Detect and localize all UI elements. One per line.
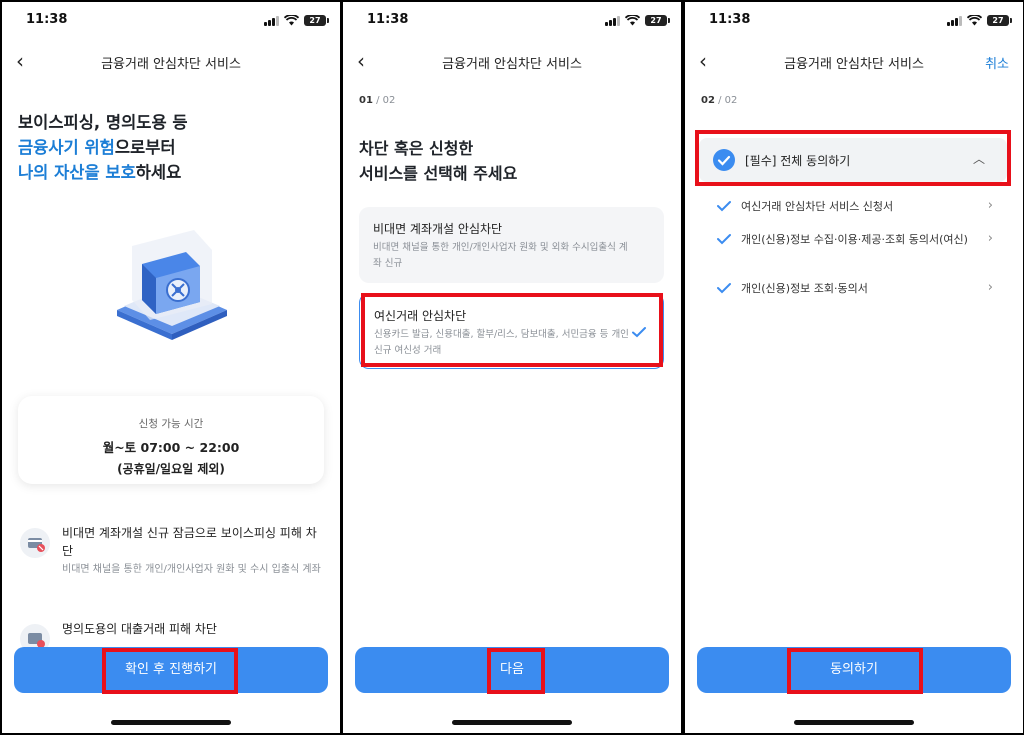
step-indicator: 02 / 02: [701, 95, 738, 106]
chevron-right-icon[interactable]: ›: [988, 198, 993, 213]
feature-desc: 비대면 채널을 통한 개인/개인사업자 원화 및 수시 입출식 계좌: [62, 564, 321, 575]
question-heading: 차단 혹은 신청한 서비스를 선택해 주세요: [359, 136, 517, 186]
safe-vault-illustration: [117, 230, 227, 340]
screenshot-stage: 11:38 27 ‹ 금융거래 안심차단 서비스 보이스피싱, 명의도용 등 금…: [0, 0, 1024, 735]
card-block-icon: [20, 528, 50, 558]
chevron-right-icon[interactable]: ›: [988, 280, 993, 295]
status-icons: 27: [947, 15, 1012, 26]
home-indicator: [794, 720, 914, 725]
battery-icon: 27: [304, 15, 329, 26]
status-time: 11:38: [367, 12, 409, 27]
battery-icon: 27: [987, 15, 1012, 26]
step-indicator: 01 / 02: [359, 95, 396, 106]
status-bar: 11:38 27: [685, 12, 1023, 34]
status-time: 11:38: [26, 12, 68, 27]
hero-line-1: 보이스피싱, 명의도용 등: [18, 113, 188, 132]
nav-bar: ‹ 금융거래 안심차단 서비스: [343, 48, 681, 76]
status-icons: 27: [264, 15, 329, 26]
application-hours-card: 신청 가능 시간 월~토 07:00 ~ 22:00 (공휴일/일요일 제외): [18, 396, 324, 484]
page-title: 금융거래 안심차단 서비스: [784, 57, 924, 72]
highlight-box: [487, 648, 545, 694]
status-bar: 11:38 27: [343, 12, 681, 34]
terms-item[interactable]: 개인(신용)정보 조회·동의서 ›: [717, 280, 997, 300]
question-line-1: 차단 혹은 신청한: [359, 139, 474, 158]
nav-bar: ‹ 금융거래 안심차단 서비스: [2, 48, 340, 76]
option-nonface-account-block[interactable]: 비대면 계좌개설 안심차단 비대면 채널을 통한 개인/개인사업자 원화 및 외…: [359, 207, 664, 283]
highlight-box: [361, 293, 663, 367]
terms-item[interactable]: 개인(신용)정보 수집·이용·제공·조회 동의서(여신) ›: [717, 231, 997, 267]
status-bar: 11:38 27: [2, 12, 340, 34]
signal-icon: [947, 15, 962, 26]
wifi-icon: [284, 15, 299, 26]
feature-item: 비대면 계좌개설 신규 잠금으로 보이스피싱 피해 차단 비대면 채널을 통한 …: [18, 524, 328, 596]
question-line-2: 서비스를 선택해 주세요: [359, 164, 518, 183]
feature-title: 비대면 계좌개설 신규 잠금으로 보이스피싱 피해 차단: [62, 526, 317, 558]
feature-title: 명의도용의 대출거래 피해 차단: [62, 622, 217, 636]
signal-icon: [605, 15, 620, 26]
check-icon: [717, 201, 731, 212]
hero-headline: 보이스피싱, 명의도용 등 금융사기 위험으로부터 나의 자산을 보호하세요: [18, 110, 188, 185]
terms-label: 개인(신용)정보 수집·이용·제공·조회 동의서(여신): [741, 233, 968, 246]
hero-line-2: 금융사기 위험으로부터: [18, 138, 176, 157]
terms-label: 여신거래 안심차단 서비스 신청서: [741, 200, 894, 213]
feature-item: 명의도용의 대출거래 피해 차단: [18, 620, 328, 654]
check-icon: [717, 283, 731, 294]
nav-bar: ‹ 금융거래 안심차단 서비스 취소: [685, 48, 1023, 76]
highlight-box: [787, 648, 923, 694]
terms-label: 개인(신용)정보 조회·동의서: [741, 282, 868, 295]
check-icon: [717, 234, 731, 245]
hours-value: 월~토 07:00 ~ 22:00: [102, 440, 240, 455]
page-title: 금융거래 안심차단 서비스: [442, 57, 582, 72]
screen-consent: 11:38 27 ‹ 금융거래 안심차단 서비스 취소 02 / 02 [필수]…: [685, 2, 1023, 733]
home-indicator: [452, 720, 572, 725]
hours-label: 신청 가능 시간: [138, 418, 204, 430]
status-icons: 27: [605, 15, 670, 26]
hours-note: (공휴일/일요일 제외): [117, 462, 225, 476]
screen-select-service: 11:38 27 ‹ 금융거래 안심차단 서비스 01 / 02 차단 혹은 신…: [343, 2, 681, 733]
terms-item[interactable]: 여신거래 안심차단 서비스 신청서 ›: [717, 198, 997, 218]
hero-line-3: 나의 자산을 보호하세요: [18, 163, 182, 182]
chevron-right-icon[interactable]: ›: [988, 231, 993, 246]
screen-intro: 11:38 27 ‹ 금융거래 안심차단 서비스 보이스피싱, 명의도용 등 금…: [2, 2, 340, 733]
wifi-icon: [625, 15, 640, 26]
home-indicator: [111, 720, 231, 725]
signal-icon: [264, 15, 279, 26]
wifi-icon: [967, 15, 982, 26]
cancel-button[interactable]: 취소: [985, 53, 1009, 72]
option-desc: 비대면 채널을 통한 개인/개인사업자 원화 및 외화 수시입출식 계좌 신규: [373, 242, 628, 269]
option-title: 비대면 계좌개설 안심차단: [373, 222, 503, 236]
highlight-box: [102, 648, 238, 694]
highlight-box: [695, 130, 1011, 186]
page-title: 금융거래 안심차단 서비스: [101, 57, 241, 72]
status-time: 11:38: [709, 12, 751, 27]
battery-icon: 27: [645, 15, 670, 26]
